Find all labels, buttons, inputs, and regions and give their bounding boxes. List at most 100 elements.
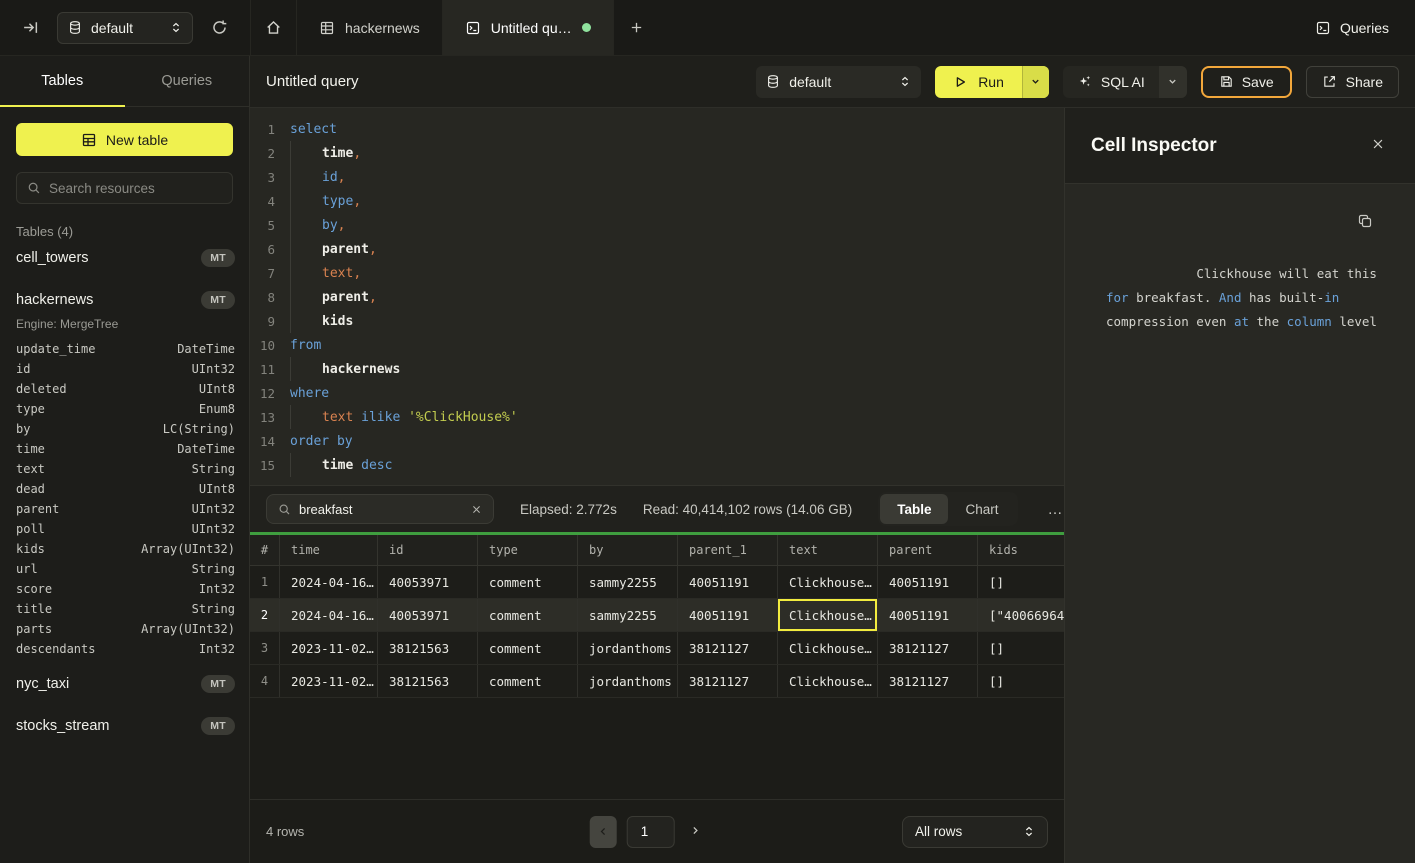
row-number[interactable]: 2 bbox=[250, 599, 280, 631]
tab-untitled-query[interactable]: Untitled qu… bbox=[443, 0, 614, 55]
sidebar-table-item[interactable]: hackernews MT bbox=[0, 283, 249, 317]
save-button[interactable]: Save bbox=[1201, 66, 1292, 98]
column-header[interactable]: id bbox=[378, 535, 478, 565]
table-cell[interactable]: comment bbox=[478, 599, 578, 631]
sidebar-tab-tables[interactable]: Tables bbox=[0, 56, 125, 106]
table-cell[interactable]: 40053971 bbox=[378, 599, 478, 631]
row-number[interactable]: 3 bbox=[250, 632, 280, 664]
column-row[interactable]: dead UInt8 bbox=[0, 479, 249, 499]
sidebar-table-item[interactable]: cell_towers MT bbox=[0, 241, 249, 275]
query-title[interactable]: Untitled query bbox=[266, 73, 742, 90]
table-row[interactable]: 4 2023-11-02…38121563commentjordanthoms3… bbox=[250, 665, 1064, 698]
column-header[interactable]: type bbox=[478, 535, 578, 565]
table-cell[interactable]: jordanthoms bbox=[578, 665, 678, 697]
tab-home[interactable] bbox=[251, 0, 297, 55]
column-row[interactable]: text String bbox=[0, 459, 249, 479]
table-cell[interactable]: Clickhouse… bbox=[778, 665, 878, 697]
column-header[interactable]: parent bbox=[878, 535, 978, 565]
sql-ai-button[interactable]: SQL AI bbox=[1063, 66, 1187, 98]
table-cell[interactable]: 40051191 bbox=[678, 599, 778, 631]
queries-button[interactable]: Queries bbox=[1289, 0, 1415, 55]
table-cell[interactable]: sammy2255 bbox=[578, 599, 678, 631]
sidebar-search[interactable] bbox=[16, 172, 233, 204]
table-cell[interactable]: ["40066964… bbox=[978, 599, 1064, 631]
topbar-database-selector[interactable]: default bbox=[57, 12, 193, 44]
table-cell[interactable]: 2023-11-02… bbox=[280, 632, 378, 664]
column-row[interactable]: score Int32 bbox=[0, 579, 249, 599]
table-row[interactable]: 1 2024-04-16…40053971commentsammy2255400… bbox=[250, 566, 1064, 599]
table-cell[interactable]: 38121127 bbox=[678, 665, 778, 697]
column-row[interactable]: title String bbox=[0, 599, 249, 619]
column-header[interactable]: time bbox=[280, 535, 378, 565]
table-cell[interactable]: 38121563 bbox=[378, 665, 478, 697]
table-cell[interactable]: 38121563 bbox=[378, 632, 478, 664]
new-tab-button[interactable] bbox=[614, 0, 660, 55]
new-table-button[interactable]: New table bbox=[16, 123, 233, 156]
sidebar-tab-queries[interactable]: Queries bbox=[125, 56, 250, 106]
table-cell[interactable]: 40051191 bbox=[878, 566, 978, 598]
row-number[interactable]: 1 bbox=[250, 566, 280, 598]
table-cell[interactable]: 2024-04-16… bbox=[280, 566, 378, 598]
table-cell[interactable]: [] bbox=[978, 665, 1064, 697]
column-row[interactable]: url String bbox=[0, 559, 249, 579]
column-row[interactable]: type Enum8 bbox=[0, 399, 249, 419]
column-row[interactable]: time DateTime bbox=[0, 439, 249, 459]
sql-editor[interactable]: 1 select 2 time, 3 bbox=[250, 108, 1064, 486]
table-cell[interactable]: 38121127 bbox=[678, 632, 778, 664]
table-cell[interactable]: Clickhouse… bbox=[778, 566, 878, 598]
column-row[interactable]: update_time DateTime bbox=[0, 339, 249, 359]
column-row[interactable]: parts Array(UInt32) bbox=[0, 619, 249, 639]
table-cell[interactable]: Clickhouse… bbox=[778, 599, 878, 631]
results-search-input[interactable] bbox=[299, 502, 463, 517]
table-cell[interactable]: 40053971 bbox=[378, 566, 478, 598]
row-number[interactable]: 4 bbox=[250, 665, 280, 697]
table-cell[interactable]: comment bbox=[478, 665, 578, 697]
column-header[interactable]: parent_1 bbox=[678, 535, 778, 565]
table-cell[interactable]: 38121127 bbox=[878, 665, 978, 697]
column-row[interactable]: by LC(String) bbox=[0, 419, 249, 439]
column-row[interactable]: parent UInt32 bbox=[0, 499, 249, 519]
table-cell[interactable]: [] bbox=[978, 566, 1064, 598]
run-options-button[interactable] bbox=[1022, 66, 1049, 98]
collapse-sidebar-button[interactable] bbox=[20, 17, 41, 38]
table-cell[interactable]: 40051191 bbox=[878, 599, 978, 631]
table-cell[interactable]: comment bbox=[478, 632, 578, 664]
previous-page-button[interactable] bbox=[590, 816, 617, 848]
table-cell[interactable]: [] bbox=[978, 632, 1064, 664]
table-cell[interactable]: 40051191 bbox=[678, 566, 778, 598]
close-inspector-button[interactable] bbox=[1369, 135, 1387, 156]
column-header[interactable]: # bbox=[250, 535, 280, 565]
sidebar-table-item[interactable]: stocks_stream MT bbox=[0, 709, 249, 743]
tab-hackernews[interactable]: hackernews bbox=[297, 0, 443, 55]
sidebar-table-item[interactable]: nyc_taxi MT bbox=[0, 667, 249, 701]
sidebar-search-input[interactable] bbox=[49, 181, 222, 196]
column-header[interactable]: by bbox=[578, 535, 678, 565]
table-cell[interactable]: 2024-04-16… bbox=[280, 599, 378, 631]
copy-cell-value-button[interactable] bbox=[1355, 211, 1375, 234]
share-button[interactable]: Share bbox=[1306, 66, 1399, 98]
table-cell[interactable]: sammy2255 bbox=[578, 566, 678, 598]
clear-search-icon[interactable] bbox=[471, 504, 482, 515]
column-row[interactable]: deleted UInt8 bbox=[0, 379, 249, 399]
refresh-button[interactable] bbox=[209, 17, 230, 38]
table-row[interactable]: 2 2024-04-16…40053971commentsammy2255400… bbox=[250, 599, 1064, 632]
page-number-input[interactable]: 1 bbox=[627, 816, 675, 848]
page-size-selector[interactable]: All rows bbox=[902, 816, 1048, 848]
column-row[interactable]: id UInt32 bbox=[0, 359, 249, 379]
sql-ai-options-button[interactable] bbox=[1159, 66, 1187, 98]
view-toggle-chart[interactable]: Chart bbox=[948, 494, 1015, 524]
table-row[interactable]: 3 2023-11-02…38121563commentjordanthoms3… bbox=[250, 632, 1064, 665]
results-search[interactable] bbox=[266, 494, 494, 524]
column-row[interactable]: kids Array(UInt32) bbox=[0, 539, 249, 559]
column-header[interactable]: text bbox=[778, 535, 878, 565]
table-cell[interactable]: Clickhouse… bbox=[778, 632, 878, 664]
next-page-button[interactable] bbox=[685, 824, 706, 839]
table-cell[interactable]: comment bbox=[478, 566, 578, 598]
table-cell[interactable]: 2023-11-02… bbox=[280, 665, 378, 697]
column-row[interactable]: poll UInt32 bbox=[0, 519, 249, 539]
table-cell[interactable]: 38121127 bbox=[878, 632, 978, 664]
table-cell[interactable]: jordanthoms bbox=[578, 632, 678, 664]
query-database-selector[interactable]: default bbox=[756, 66, 921, 98]
column-header[interactable]: kids bbox=[978, 535, 1064, 565]
run-button[interactable]: Run bbox=[935, 66, 1049, 98]
